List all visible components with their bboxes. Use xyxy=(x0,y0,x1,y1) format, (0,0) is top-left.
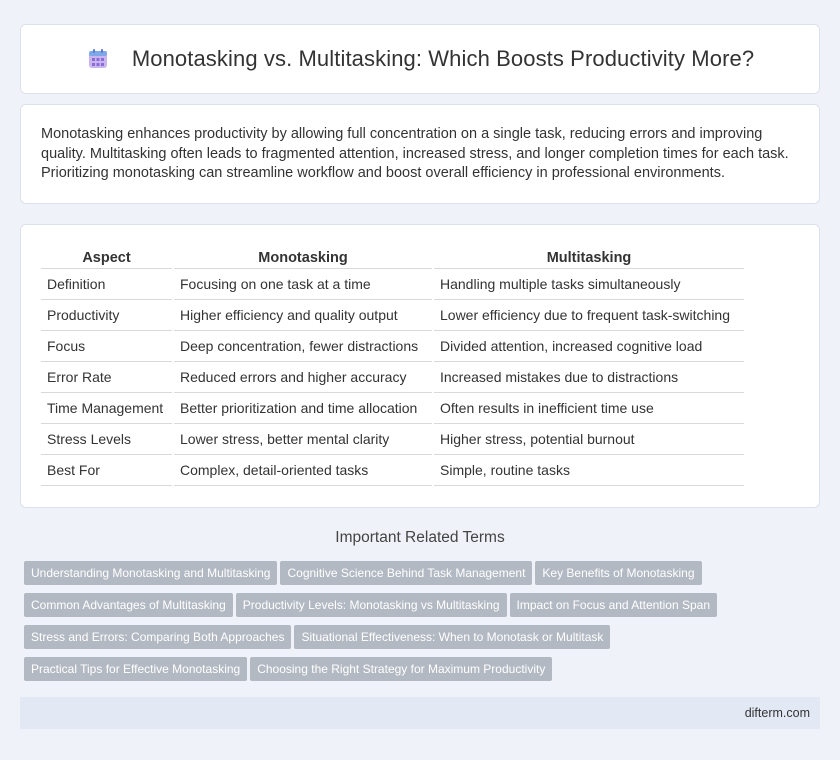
table-row: Focus Deep concentration, fewer distracti… xyxy=(41,331,744,362)
cell-multitasking: Divided attention, increased cognitive l… xyxy=(434,331,744,362)
cell-monotasking: Higher efficiency and quality output xyxy=(174,300,432,331)
cell-monotasking: Deep concentration, fewer distractions xyxy=(174,331,432,362)
related-term-tag[interactable]: Understanding Monotasking and Multitaski… xyxy=(24,561,278,585)
related-terms-list: Understanding Monotasking and Multitaski… xyxy=(24,561,824,689)
cell-multitasking: Increased mistakes due to distractions xyxy=(434,362,744,393)
related-term-tag[interactable]: Common Advantages of Multitasking xyxy=(24,593,233,617)
related-term-tag[interactable]: Stress and Errors: Comparing Both Approa… xyxy=(24,625,292,649)
cell-aspect: Error Rate xyxy=(41,362,172,393)
related-term-tag[interactable]: Productivity Levels: Monotasking vs Mult… xyxy=(235,593,507,617)
table-row: Stress Levels Lower stress, better mental… xyxy=(41,424,744,455)
related-terms-row: Practical Tips for Effective Monotasking… xyxy=(24,657,824,689)
related-terms-row: Stress and Errors: Comparing Both Approa… xyxy=(24,625,824,657)
cell-multitasking: Often results in inefficient time use xyxy=(434,393,744,424)
table-header-row: Aspect Monotasking Multitasking xyxy=(41,245,744,269)
cell-aspect: Best For xyxy=(41,455,172,486)
cell-monotasking: Lower stress, better mental clarity xyxy=(174,424,432,455)
header-card: Monotasking vs. Multitasking: Which Boos… xyxy=(20,24,820,94)
intro-card: Monotasking enhances productivity by all… xyxy=(20,104,820,204)
related-term-tag[interactable]: Key Benefits of Monotasking xyxy=(535,561,702,585)
cell-aspect: Productivity xyxy=(41,300,172,331)
cell-aspect: Time Management xyxy=(41,393,172,424)
cell-multitasking: Lower efficiency due to frequent task-sw… xyxy=(434,300,744,331)
table-row: Error Rate Reduced errors and higher accu… xyxy=(41,362,744,393)
table-row: Productivity Higher efficiency and qualit… xyxy=(41,300,744,331)
cell-multitasking: Higher stress, potential burnout xyxy=(434,424,744,455)
cell-aspect: Stress Levels xyxy=(41,424,172,455)
table-row: Time Management Better prioritization and… xyxy=(41,393,744,424)
page-title: Monotasking vs. Multitasking: Which Boos… xyxy=(131,46,755,71)
cell-monotasking: Focusing on one task at a time xyxy=(174,269,432,300)
cell-monotasking: Better prioritization and time allocatio… xyxy=(174,393,432,424)
related-terms-title: Important Related Terms xyxy=(335,529,505,546)
table-row: Best For Complex, detail-oriented tasks Si… xyxy=(41,455,744,486)
cell-multitasking: Handling multiple tasks simultaneously xyxy=(434,269,744,300)
comparison-table: Aspect Monotasking Multitasking Definiti… xyxy=(39,245,746,486)
cell-aspect: Focus xyxy=(41,331,172,362)
intro-text: Monotasking enhances productivity by all… xyxy=(41,126,789,181)
cell-monotasking: Reduced errors and higher accuracy xyxy=(174,362,432,393)
related-term-tag[interactable]: Practical Tips for Effective Monotasking xyxy=(24,657,248,681)
column-header-monotasking: Monotasking xyxy=(174,245,432,269)
related-term-tag[interactable]: Situational Effectiveness: When to Monot… xyxy=(294,625,611,649)
related-term-tag[interactable]: Choosing the Right Strategy for Maximum … xyxy=(250,657,553,681)
related-term-tag[interactable]: Impact on Focus and Attention Span xyxy=(509,593,718,617)
column-header-aspect: Aspect xyxy=(41,245,172,269)
cell-aspect: Definition xyxy=(41,269,172,300)
cell-monotasking: Complex, detail-oriented tasks xyxy=(174,455,432,486)
column-header-multitasking: Multitasking xyxy=(434,245,744,269)
related-term-tag[interactable]: Cognitive Science Behind Task Management xyxy=(280,561,533,585)
table-row: Definition Focusing on one task at a time… xyxy=(41,269,744,300)
related-terms-row: Understanding Monotasking and Multitaski… xyxy=(24,561,824,593)
footer-site-link[interactable]: difterm.com xyxy=(745,706,810,720)
related-terms-row: Common Advantages of Multitasking Product… xyxy=(24,593,824,625)
cell-multitasking: Simple, routine tasks xyxy=(434,455,744,486)
calendar-icon xyxy=(86,47,110,71)
footer: difterm.com xyxy=(20,697,820,729)
comparison-table-card: Aspect Monotasking Multitasking Definiti… xyxy=(20,224,820,508)
